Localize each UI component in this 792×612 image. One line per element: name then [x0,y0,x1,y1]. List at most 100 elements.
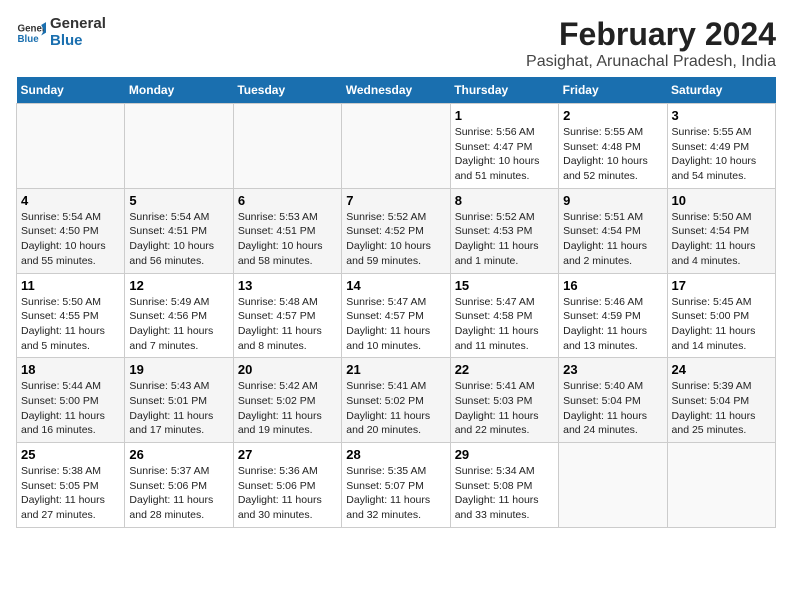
day-number: 21 [346,362,445,377]
calendar-cell: 8 Sunrise: 5:52 AM Sunset: 4:53 PM Daylig… [450,188,558,273]
day-info: Sunrise: 5:37 AM Sunset: 5:06 PM Dayligh… [129,464,228,523]
calendar-cell [17,104,125,189]
day-info: Sunrise: 5:38 AM Sunset: 5:05 PM Dayligh… [21,464,120,523]
day-number: 25 [21,447,120,462]
calendar-cell: 15 Sunrise: 5:47 AM Sunset: 4:58 PM Dayli… [450,273,558,358]
day-info: Sunrise: 5:55 AM Sunset: 4:49 PM Dayligh… [672,125,771,184]
day-info: Sunrise: 5:41 AM Sunset: 5:03 PM Dayligh… [455,379,554,438]
day-info: Sunrise: 5:49 AM Sunset: 4:56 PM Dayligh… [129,295,228,354]
day-info: Sunrise: 5:55 AM Sunset: 4:48 PM Dayligh… [563,125,662,184]
day-number: 20 [238,362,337,377]
day-number: 22 [455,362,554,377]
day-info: Sunrise: 5:41 AM Sunset: 5:02 PM Dayligh… [346,379,445,438]
day-info: Sunrise: 5:43 AM Sunset: 5:01 PM Dayligh… [129,379,228,438]
calendar-cell: 4 Sunrise: 5:54 AM Sunset: 4:50 PM Daylig… [17,188,125,273]
column-header-sunday: Sunday [17,77,125,104]
day-number: 6 [238,193,337,208]
calendar-cell: 7 Sunrise: 5:52 AM Sunset: 4:52 PM Daylig… [342,188,450,273]
day-number: 15 [455,278,554,293]
calendar-cell [667,443,775,528]
calendar-cell: 6 Sunrise: 5:53 AM Sunset: 4:51 PM Daylig… [233,188,341,273]
day-info: Sunrise: 5:47 AM Sunset: 4:58 PM Dayligh… [455,295,554,354]
logo: General Blue General Blue [16,16,106,49]
calendar-cell: 29 Sunrise: 5:34 AM Sunset: 5:08 PM Dayli… [450,443,558,528]
calendar-cell: 19 Sunrise: 5:43 AM Sunset: 5:01 PM Dayli… [125,358,233,443]
day-number: 24 [672,362,771,377]
calendar-week-row: 18 Sunrise: 5:44 AM Sunset: 5:00 PM Dayli… [17,358,776,443]
day-info: Sunrise: 5:47 AM Sunset: 4:57 PM Dayligh… [346,295,445,354]
day-info: Sunrise: 5:36 AM Sunset: 5:06 PM Dayligh… [238,464,337,523]
day-number: 29 [455,447,554,462]
day-number: 2 [563,108,662,123]
column-header-thursday: Thursday [450,77,558,104]
day-number: 26 [129,447,228,462]
column-header-friday: Friday [559,77,667,104]
calendar-cell: 10Sunrise: 5:50 AM Sunset: 4:54 PM Dayli… [667,188,775,273]
day-number: 8 [455,193,554,208]
calendar-cell: 27 Sunrise: 5:36 AM Sunset: 5:06 PM Dayli… [233,443,341,528]
logo-line1: General [50,16,106,33]
day-info: Sunrise: 5:48 AM Sunset: 4:57 PM Dayligh… [238,295,337,354]
day-info: Sunrise: 5:51 AM Sunset: 4:54 PM Dayligh… [563,210,662,269]
day-number: 27 [238,447,337,462]
day-info: Sunrise: 5:44 AM Sunset: 5:00 PM Dayligh… [21,379,120,438]
calendar-cell: 14 Sunrise: 5:47 AM Sunset: 4:57 PM Dayli… [342,273,450,358]
day-number: 13 [238,278,337,293]
calendar-cell: 23Sunrise: 5:40 AM Sunset: 5:04 PM Dayli… [559,358,667,443]
day-info: Sunrise: 5:52 AM Sunset: 4:52 PM Dayligh… [346,210,445,269]
day-info: Sunrise: 5:46 AM Sunset: 4:59 PM Dayligh… [563,295,662,354]
calendar-cell: 28 Sunrise: 5:35 AM Sunset: 5:07 PM Dayli… [342,443,450,528]
calendar-week-row: 1Sunrise: 5:56 AM Sunset: 4:47 PM Daylig… [17,104,776,189]
day-info: Sunrise: 5:52 AM Sunset: 4:53 PM Dayligh… [455,210,554,269]
calendar-cell [233,104,341,189]
column-header-wednesday: Wednesday [342,77,450,104]
column-header-tuesday: Tuesday [233,77,341,104]
day-number: 28 [346,447,445,462]
calendar-week-row: 25 Sunrise: 5:38 AM Sunset: 5:05 PM Dayli… [17,443,776,528]
calendar-cell [559,443,667,528]
day-number: 4 [21,193,120,208]
day-number: 9 [563,193,662,208]
calendar-cell: 1Sunrise: 5:56 AM Sunset: 4:47 PM Daylig… [450,104,558,189]
calendar-cell: 21 Sunrise: 5:41 AM Sunset: 5:02 PM Dayli… [342,358,450,443]
day-info: Sunrise: 5:56 AM Sunset: 4:47 PM Dayligh… [455,125,554,184]
main-title: February 2024 [526,16,776,53]
day-info: Sunrise: 5:53 AM Sunset: 4:51 PM Dayligh… [238,210,337,269]
calendar-cell: 5Sunrise: 5:54 AM Sunset: 4:51 PM Daylig… [125,188,233,273]
title-area: February 2024 Pasighat, Arunachal Prades… [526,16,776,71]
calendar-cell: 18 Sunrise: 5:44 AM Sunset: 5:00 PM Dayli… [17,358,125,443]
logo-line2: Blue [50,33,106,50]
calendar-cell: 20 Sunrise: 5:42 AM Sunset: 5:02 PM Dayli… [233,358,341,443]
day-info: Sunrise: 5:40 AM Sunset: 5:04 PM Dayligh… [563,379,662,438]
calendar-cell: 16Sunrise: 5:46 AM Sunset: 4:59 PM Dayli… [559,273,667,358]
day-info: Sunrise: 5:34 AM Sunset: 5:08 PM Dayligh… [455,464,554,523]
day-info: Sunrise: 5:39 AM Sunset: 5:04 PM Dayligh… [672,379,771,438]
day-number: 18 [21,362,120,377]
calendar-cell: 3 Sunrise: 5:55 AM Sunset: 4:49 PM Daylig… [667,104,775,189]
day-number: 12 [129,278,228,293]
day-number: 7 [346,193,445,208]
day-info: Sunrise: 5:35 AM Sunset: 5:07 PM Dayligh… [346,464,445,523]
subtitle: Pasighat, Arunachal Pradesh, India [526,53,776,71]
logo-icon: General Blue [16,18,46,48]
calendar-week-row: 11Sunrise: 5:50 AM Sunset: 4:55 PM Dayli… [17,273,776,358]
column-header-monday: Monday [125,77,233,104]
column-header-saturday: Saturday [667,77,775,104]
day-info: Sunrise: 5:54 AM Sunset: 4:50 PM Dayligh… [21,210,120,269]
day-number: 14 [346,278,445,293]
calendar-cell: 12 Sunrise: 5:49 AM Sunset: 4:56 PM Dayli… [125,273,233,358]
header: General Blue General Blue February 2024 … [16,16,776,71]
day-number: 19 [129,362,228,377]
calendar-header-row: SundayMondayTuesdayWednesdayThursdayFrid… [17,77,776,104]
day-info: Sunrise: 5:42 AM Sunset: 5:02 PM Dayligh… [238,379,337,438]
day-info: Sunrise: 5:45 AM Sunset: 5:00 PM Dayligh… [672,295,771,354]
day-info: Sunrise: 5:50 AM Sunset: 4:55 PM Dayligh… [21,295,120,354]
day-number: 3 [672,108,771,123]
day-number: 17 [672,278,771,293]
calendar-cell: 11Sunrise: 5:50 AM Sunset: 4:55 PM Dayli… [17,273,125,358]
day-number: 5 [129,193,228,208]
calendar-cell: 24 Sunrise: 5:39 AM Sunset: 5:04 PM Dayli… [667,358,775,443]
calendar-cell: 25 Sunrise: 5:38 AM Sunset: 5:05 PM Dayli… [17,443,125,528]
calendar-cell [342,104,450,189]
calendar-cell: 2 Sunrise: 5:55 AM Sunset: 4:48 PM Daylig… [559,104,667,189]
